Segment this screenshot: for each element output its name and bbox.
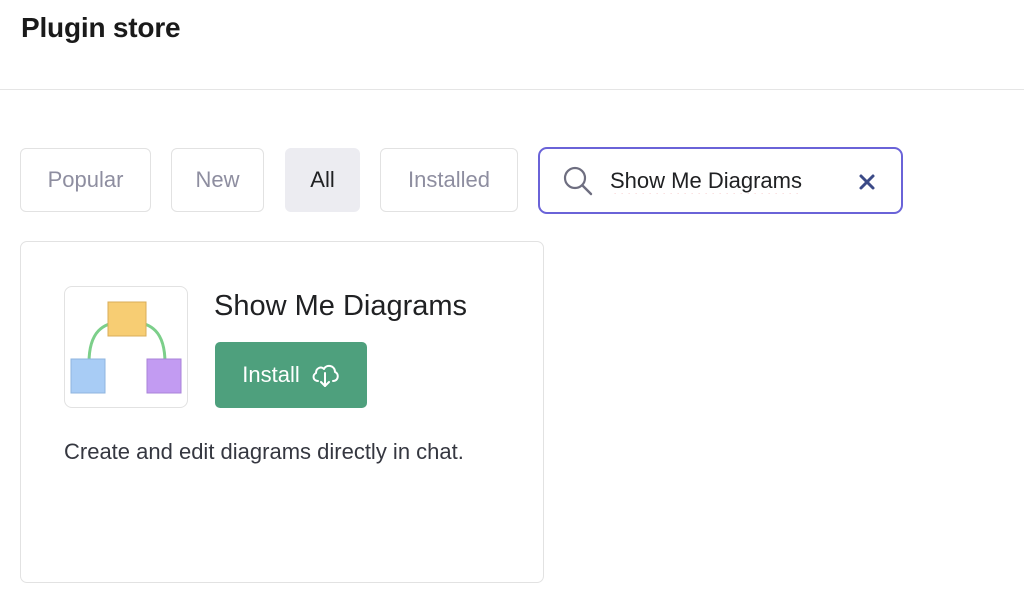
install-button[interactable]: Install [215,342,367,408]
cloud-download-icon [312,364,339,387]
search-box[interactable] [538,147,903,214]
close-icon[interactable] [856,171,878,193]
tab-popular[interactable]: Popular [20,148,151,212]
plugin-card[interactable]: Show Me Diagrams Install Create and edit… [20,241,544,583]
plugin-name: Show Me Diagrams [214,290,468,322]
search-icon [563,166,593,196]
tab-installed[interactable]: Installed [380,148,518,212]
diagram-logo-icon [70,301,182,394]
plugin-description: Create and edit diagrams directly in cha… [64,439,464,464]
tab-all[interactable]: All [285,148,360,212]
install-label: Install [242,362,300,387]
search-input[interactable] [610,161,825,201]
page-title: Plugin store [21,12,181,43]
plugin-logo [64,286,188,408]
page-header: Plugin store [0,0,1024,90]
tab-new[interactable]: New [171,148,264,212]
